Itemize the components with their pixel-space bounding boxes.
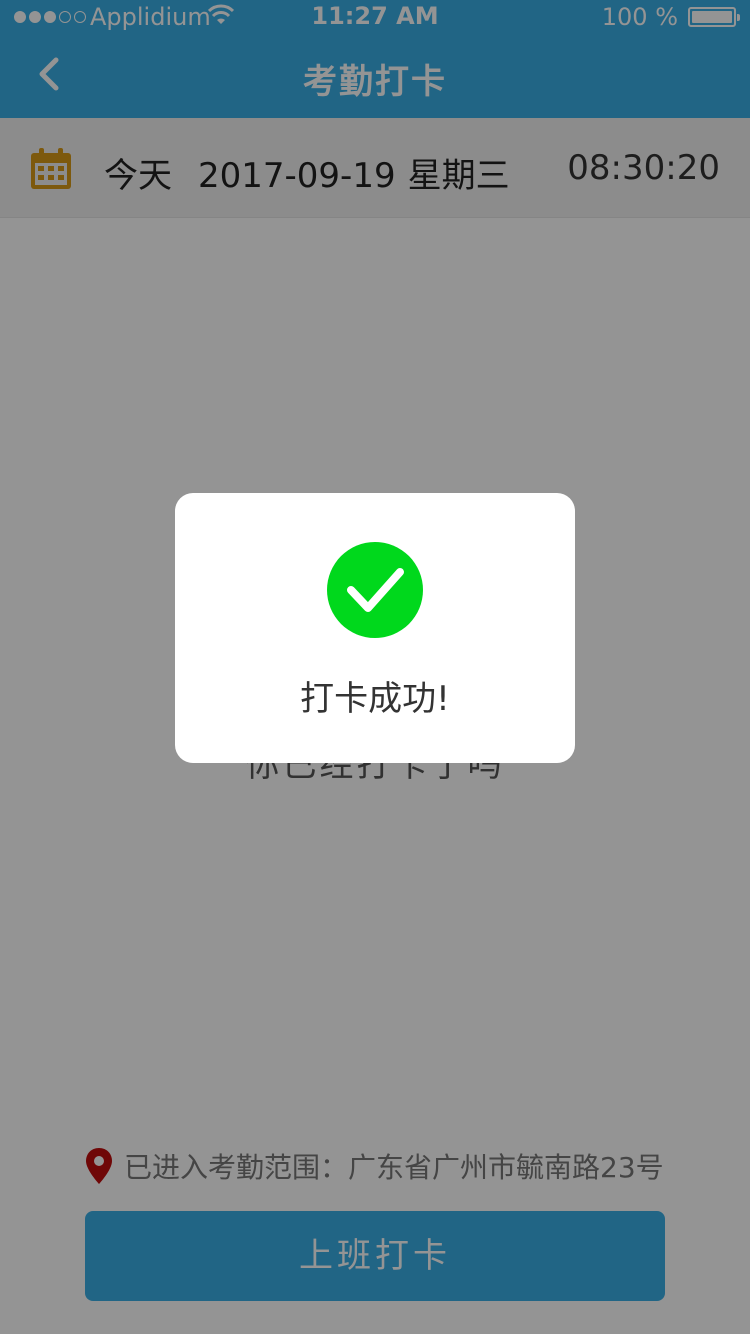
success-check-icon <box>327 542 423 638</box>
dialog-message: 打卡成功! <box>300 679 450 719</box>
success-dialog: 打卡成功! <box>175 493 575 763</box>
